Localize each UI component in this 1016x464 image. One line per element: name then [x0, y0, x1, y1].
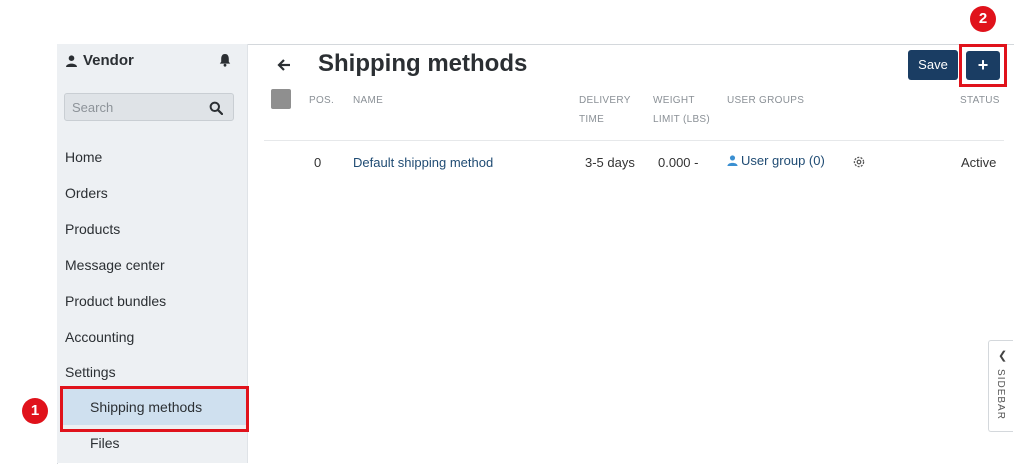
header-line: DELIVERY: [579, 95, 631, 106]
user-icon: [66, 54, 77, 67]
cell-pos[interactable]: 0: [314, 155, 321, 170]
sidebar-tab-label: SIDEBAR: [994, 369, 1006, 420]
page-title: Shipping methods: [318, 50, 528, 77]
vendor-label: Vendor: [83, 52, 134, 69]
column-header-delivery-time[interactable]: DELIVERY TIME: [579, 91, 631, 129]
sidebar-item-settings[interactable]: Settings: [65, 364, 116, 380]
vendor-menu[interactable]: Vendor: [66, 52, 134, 69]
cell-name-link[interactable]: Default shipping method: [353, 155, 493, 170]
search-icon[interactable]: [209, 101, 223, 115]
step-badge-2: 2: [970, 6, 996, 32]
search-input[interactable]: Search: [72, 100, 113, 115]
step-badge-1: 1: [22, 398, 48, 424]
sidebar-item-orders[interactable]: Orders: [65, 185, 108, 201]
sidebar-item-product-bundles[interactable]: Product bundles: [65, 293, 166, 309]
column-header-name[interactable]: NAME: [353, 91, 383, 110]
sidebar-item-home[interactable]: Home: [65, 149, 102, 165]
add-button[interactable]: +: [966, 51, 1000, 80]
column-header-pos[interactable]: POS.: [309, 91, 334, 110]
header-line: LIMIT (LBS): [653, 114, 711, 125]
highlight-box-1: [60, 386, 249, 432]
sidebar-item-accounting[interactable]: Accounting: [65, 329, 134, 345]
cell-status[interactable]: Active: [961, 155, 996, 170]
header-line: TIME: [579, 114, 605, 125]
column-header-weight-limit[interactable]: WEIGHT LIMIT (LBS): [653, 91, 710, 129]
search-field[interactable]: Search: [64, 93, 234, 121]
column-header-user-groups[interactable]: USER GROUPS: [727, 91, 804, 110]
back-arrow-icon[interactable]: [276, 57, 292, 73]
save-button[interactable]: Save: [908, 50, 958, 80]
gear-icon[interactable]: [852, 155, 866, 169]
sidebar-subitem-label: Files: [90, 435, 120, 451]
header-divider: [264, 140, 1004, 141]
cell-delivery-time: 3-5 days: [585, 155, 635, 170]
sidebar-item-products[interactable]: Products: [65, 221, 120, 237]
sidebar-item-message-center[interactable]: Message center: [65, 257, 165, 273]
user-icon: [727, 155, 738, 166]
user-group-label: User group (0): [741, 153, 825, 168]
sidebar-toggle-tab[interactable]: ❮ SIDEBAR: [988, 340, 1013, 432]
cell-weight-limit: 0.000 -: [658, 155, 699, 170]
bell-icon[interactable]: [218, 53, 232, 67]
user-group-link[interactable]: User group (0): [727, 153, 825, 168]
select-all-checkbox[interactable]: [271, 89, 291, 109]
column-header-status[interactable]: STATUS: [960, 91, 1000, 110]
header-line: WEIGHT: [653, 95, 695, 106]
chevron-left-icon: ❮: [998, 350, 1008, 362]
